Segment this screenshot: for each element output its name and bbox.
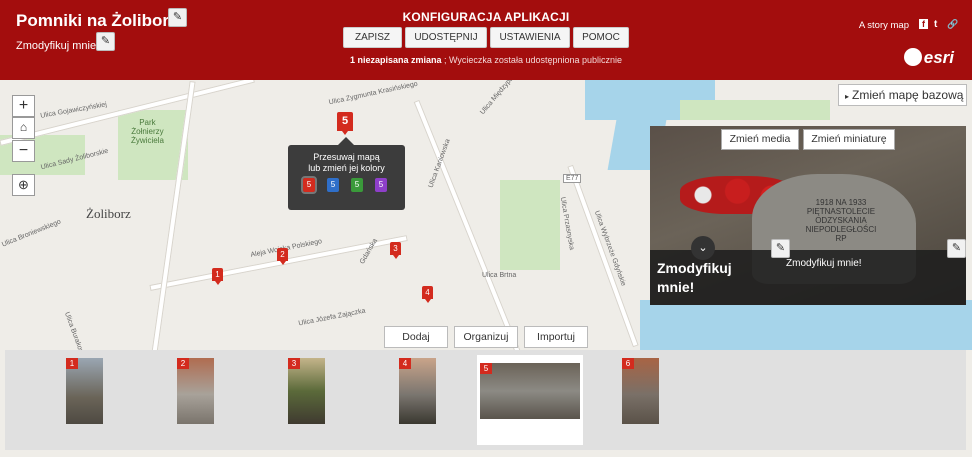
edit-subtitle-pencil-icon[interactable]: ✎ bbox=[96, 32, 115, 51]
park-label: Park Żołnierzy Żywiciela bbox=[131, 118, 164, 145]
help-button[interactable]: POMOC bbox=[573, 27, 629, 48]
esri-globe-icon bbox=[904, 48, 922, 66]
story-subtitle: Zmodyfikuj mnie! bbox=[16, 40, 100, 52]
save-status: 1 niezapisana zmiana ; Wycieczka została… bbox=[349, 55, 623, 65]
collapse-chevron-icon[interactable]: ⌄ bbox=[691, 236, 715, 260]
street-label: Ulica Broniewskiego bbox=[0, 218, 63, 249]
save-button[interactable]: ZAPISZ bbox=[343, 27, 402, 48]
thumb-number: 5 bbox=[480, 363, 492, 374]
tooltip-line-1: Przesuwaj mapą bbox=[313, 152, 380, 162]
zoom-in-button[interactable]: + bbox=[12, 95, 35, 117]
twitter-icon[interactable]: t bbox=[934, 19, 937, 30]
change-thumbnail-button[interactable]: Zmień miniaturę bbox=[803, 129, 895, 150]
road-badge: E77 bbox=[563, 174, 582, 183]
map-marker-1[interactable]: 1 bbox=[212, 268, 223, 285]
media-panel: 1918 NA 1933 PIĘTNASTOLECIE ODZYSKANIA N… bbox=[650, 126, 966, 305]
config-title: KONFIGURACJA APLIKACJI bbox=[402, 10, 570, 24]
map-marker-5-selected[interactable]: 5 bbox=[337, 112, 353, 135]
marker-color-purple[interactable]: 5 bbox=[375, 178, 387, 192]
share-button[interactable]: UDOSTĘPNIJ bbox=[405, 27, 487, 48]
settings-button[interactable]: USTAWIENIA bbox=[490, 27, 570, 48]
zoom-out-button[interactable]: − bbox=[12, 140, 35, 162]
thumb-number: 2 bbox=[177, 358, 189, 369]
street-label: Ulica Zygmunta Krasińskiego bbox=[328, 80, 419, 107]
map-marker-2[interactable]: 2 bbox=[277, 248, 288, 265]
green-area bbox=[500, 180, 560, 270]
street-label: Ulica Brtna bbox=[482, 272, 517, 279]
change-media-button[interactable]: Zmień media bbox=[721, 129, 799, 150]
street-label: Ulica Międzyparkowa bbox=[479, 80, 528, 117]
change-basemap-button[interactable]: ▸ Zmień mapę bazową bbox=[838, 84, 967, 106]
thumbnail-2[interactable]: 2 bbox=[177, 358, 214, 424]
caption-description: Zmodyfikuj mnie! bbox=[786, 258, 862, 269]
marker-color-green[interactable]: 5 bbox=[351, 178, 363, 192]
thumbnail-6[interactable]: 6 bbox=[622, 358, 659, 424]
storymap-label: A story map bbox=[858, 20, 909, 31]
link-icon[interactable]: 🔗 bbox=[947, 19, 958, 30]
chevron-right-icon: ▸ bbox=[845, 92, 850, 101]
tooltip-line-2: lub zmień jej kolory bbox=[308, 163, 385, 173]
thumb-number: 6 bbox=[622, 358, 634, 369]
add-button[interactable]: Dodaj bbox=[384, 326, 448, 348]
thumb-number: 1 bbox=[66, 358, 78, 369]
marker-color-blue[interactable]: 5 bbox=[327, 178, 339, 192]
locate-icon[interactable]: ⊕ bbox=[12, 174, 35, 196]
esri-logo: esri bbox=[923, 48, 954, 67]
thumbnail-carousel: 1 2 3 4 5 6 bbox=[5, 350, 966, 450]
stone-inscription: 1918 NA 1933 PIĘTNASTOLECIE ODZYSKANIA N… bbox=[805, 198, 877, 243]
edit-description-pencil-icon[interactable]: ✎ bbox=[947, 239, 966, 258]
app-header: Pomniki na Żoliborzu ✎ Zmodyfikuj mnie! … bbox=[0, 0, 972, 80]
facebook-icon[interactable]: f bbox=[919, 19, 928, 29]
thumb-number: 4 bbox=[399, 358, 411, 369]
vistula-river-low bbox=[640, 300, 972, 350]
green-area bbox=[680, 100, 830, 120]
import-button[interactable]: Importuj bbox=[524, 326, 588, 348]
organize-button[interactable]: Organizuj bbox=[454, 326, 518, 348]
thumbnail-1[interactable]: 1 bbox=[66, 358, 103, 424]
map-marker-4[interactable]: 4 bbox=[422, 286, 433, 303]
street-label: Ulica Józefa Zajączka bbox=[297, 307, 367, 328]
marker-color-tooltip: Przesuwaj mapą lub zmień jej kolory 5 5 … bbox=[288, 137, 405, 210]
thumbnail-3[interactable]: 3 bbox=[288, 358, 325, 424]
caption-title: Zmodyfikuj mnie! bbox=[657, 260, 732, 295]
edit-caption-pencil-icon[interactable]: ✎ bbox=[771, 239, 790, 258]
road bbox=[567, 164, 639, 348]
thumbnail-4[interactable]: 4 bbox=[399, 358, 436, 424]
district-label: Żoliborz bbox=[86, 206, 131, 221]
street-label: Ulica Przasnyska bbox=[558, 196, 575, 251]
marker-color-red[interactable]: 5 bbox=[301, 176, 317, 194]
map-marker-3[interactable]: 3 bbox=[390, 242, 401, 259]
thumbnail-5-selected[interactable]: 5 bbox=[480, 363, 580, 419]
thumb-number: 3 bbox=[288, 358, 300, 369]
home-icon[interactable]: ⌂ bbox=[12, 117, 35, 139]
